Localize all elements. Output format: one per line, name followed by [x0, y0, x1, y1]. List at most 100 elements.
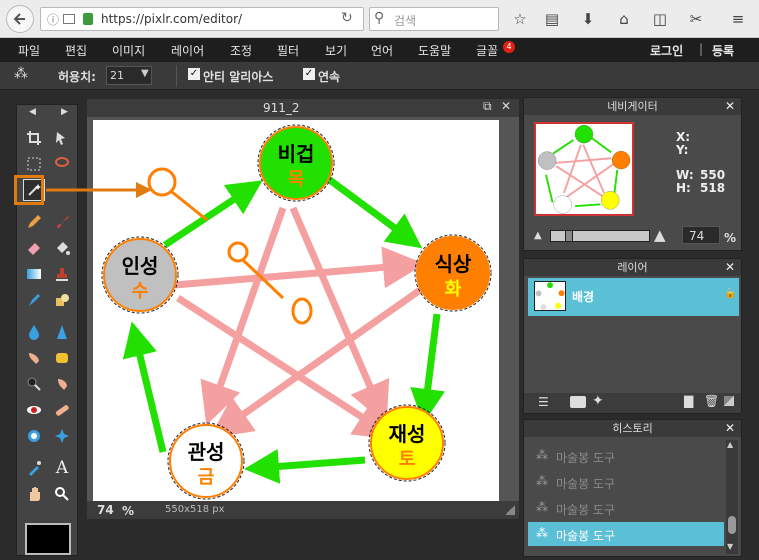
menu-fonts[interactable]: 글꼴 [476, 42, 498, 59]
login-link[interactable]: 로그인 [650, 42, 683, 59]
menu-edit[interactable]: 편집 [65, 42, 87, 59]
drawing-tool-icon[interactable] [51, 289, 73, 311]
zoom-slider-track[interactable] [550, 230, 650, 242]
dodge-tool-icon[interactable] [23, 373, 45, 395]
node-label: 재성 [389, 422, 426, 446]
contiguous-checkbox[interactable]: ✓ [303, 68, 315, 80]
reload-icon[interactable]: ↻ [341, 10, 353, 26]
pinch-tool-icon[interactable] [51, 425, 73, 447]
navigator-thumbnail[interactable] [534, 122, 634, 216]
screenshot-icon[interactable]: ✂ [686, 9, 706, 29]
marquee-tool-icon[interactable] [23, 153, 45, 175]
brush-tool-icon[interactable] [51, 211, 73, 233]
download-icon[interactable]: ⬇ [578, 9, 598, 29]
layer-styles-icon[interactable]: ✦ [592, 393, 604, 409]
menu-help[interactable]: 도움말 [418, 42, 451, 59]
magic-wand-icon: ⁂ [14, 66, 28, 82]
layer-thumbnail-image [535, 282, 565, 310]
info-icon[interactable]: ⓘ [47, 11, 59, 28]
antialias-checkbox[interactable]: ✓ [188, 68, 200, 80]
magic-wand-icon: ⁂ [536, 500, 548, 514]
burn-tool-icon[interactable] [51, 373, 73, 395]
panel-grip-icon[interactable] [724, 396, 734, 406]
reading-list-icon[interactable]: ▤ [542, 9, 562, 29]
register-link[interactable]: 등록 [712, 42, 734, 59]
zoom-value[interactable]: 74 [97, 503, 114, 517]
history-item[interactable]: ⁂ 마술봉 도구 [528, 444, 724, 468]
history-item[interactable]: ⁂ 마술봉 도구 [528, 496, 724, 520]
layer-row[interactable]: 배경 🔒 [528, 278, 739, 316]
menu-language[interactable]: 언어 [371, 42, 393, 59]
image-canvas[interactable]: 비겁 목 식상 화 재성 토 관성 금 인성 수 [93, 120, 499, 501]
layers-title: 레이어 [524, 259, 741, 276]
close-icon[interactable]: ✕ [501, 99, 511, 113]
history-item-active[interactable]: ⁂ 마술봉 도구 [528, 522, 724, 546]
menu-file[interactable]: 파일 [18, 42, 40, 59]
color-picker-tool-icon[interactable] [23, 457, 45, 479]
scroll-down-icon[interactable]: ▼ [727, 542, 733, 551]
node-sublabel: 토 [399, 449, 416, 470]
layers-close-icon[interactable]: ✕ [725, 259, 735, 276]
paint-bucket-tool-icon[interactable] [51, 237, 73, 259]
maximize-icon[interactable]: ⧉ [483, 99, 492, 114]
gradient-tool-icon[interactable] [23, 263, 45, 285]
blur-tool-icon[interactable] [23, 321, 45, 343]
menu-layer[interactable]: 레이어 [171, 42, 204, 59]
layers-panel: 레이어 ✕ 배경 🔒 ☰ ✦ ▇ 🗑 [523, 258, 742, 414]
trash-icon[interactable]: 🗑 [704, 394, 719, 408]
menu-filter[interactable]: 필터 [277, 42, 299, 59]
navigator-zoom-input[interactable]: 74 [682, 226, 720, 244]
hamburger-menu-icon[interactable]: ≡ [728, 9, 748, 29]
pencil-tool-icon[interactable] [23, 211, 45, 233]
zoom-in-mountain-icon[interactable]: ▲ [654, 226, 666, 244]
eraser-tool-icon[interactable] [23, 237, 45, 259]
menu-separator: | [699, 42, 704, 56]
home-icon[interactable]: ⌂ [614, 9, 634, 29]
resize-grip-icon[interactable] [505, 505, 515, 515]
zoom-slider-thumb[interactable] [565, 230, 573, 242]
color-replace-tool-icon[interactable] [23, 289, 45, 311]
lasso-tool-icon[interactable] [51, 153, 73, 175]
zoom-tool-icon[interactable] [51, 483, 73, 505]
new-layer-icon[interactable]: ▇ [684, 394, 693, 408]
scroll-thumb[interactable] [728, 516, 736, 534]
url-bar[interactable]: ⓘ https://pixlr.com/editor/ ↻ [40, 7, 364, 31]
scroll-up-icon[interactable]: ▲ [727, 440, 733, 449]
hand-tool-icon[interactable] [23, 483, 45, 505]
menu-adjust[interactable]: 조정 [230, 42, 252, 59]
crop-tool-icon[interactable] [23, 127, 45, 149]
menu-view[interactable]: 보기 [325, 42, 347, 59]
node-sublabel: 수 [132, 281, 149, 302]
zoom-out-mountain-icon[interactable]: ▲ [534, 230, 542, 241]
move-tool-icon[interactable] [51, 127, 73, 149]
fonts-badge: 4 [503, 41, 515, 53]
back-button[interactable] [6, 5, 34, 33]
search-bar[interactable]: ⚲ 검색 [369, 7, 499, 31]
history-item[interactable]: ⁂ 마술봉 도구 [528, 470, 724, 494]
dropdown-arrow-icon[interactable]: ▼ [141, 68, 149, 79]
collapse-left-icon[interactable]: ◀ [29, 107, 36, 117]
navigator-title: 네비게이터 [524, 98, 741, 115]
sponge-tool-icon[interactable] [51, 347, 73, 369]
history-item-label: 마술봉 도구 [556, 529, 616, 543]
smudge-tool-icon[interactable] [23, 347, 45, 369]
navigator-zoom-unit: % [724, 231, 737, 245]
clone-stamp-tool-icon[interactable] [51, 263, 73, 285]
history-scrollbar[interactable]: ▲ ▼ [726, 440, 738, 554]
navigator-close-icon[interactable]: ✕ [725, 98, 735, 115]
bookmark-star-icon[interactable]: ☆ [510, 9, 530, 29]
red-eye-tool-icon[interactable] [23, 399, 45, 421]
bloat-tool-icon[interactable] [23, 425, 45, 447]
type-tool-icon[interactable]: A [51, 457, 73, 479]
node-label: 관성 [188, 440, 225, 464]
foreground-color-swatch[interactable] [25, 523, 71, 555]
layer-settings-icon[interactable]: ☰ [538, 395, 549, 409]
pocket-icon[interactable]: ◫ [650, 9, 670, 29]
tolerance-input[interactable]: 21 ▼ [106, 66, 152, 85]
expand-right-icon[interactable]: ▶ [61, 107, 68, 117]
spot-heal-tool-icon[interactable] [51, 399, 73, 421]
history-close-icon[interactable]: ✕ [725, 420, 735, 437]
menu-image[interactable]: 이미지 [112, 42, 145, 59]
layer-mask-icon[interactable] [570, 396, 586, 408]
sharpen-tool-icon[interactable] [51, 321, 73, 343]
